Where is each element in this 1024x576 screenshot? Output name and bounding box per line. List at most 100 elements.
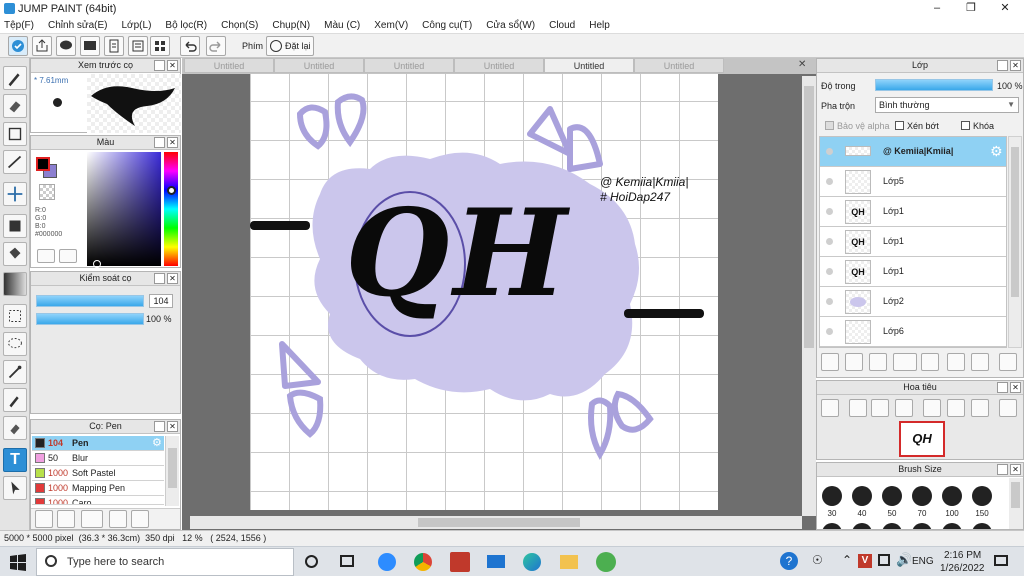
layer-folder-new-button[interactable] [869, 353, 887, 371]
list-button[interactable] [128, 36, 148, 56]
layer-row-lop5[interactable]: Lớp5 [820, 167, 1006, 197]
brush-size-dot-row2[interactable] [822, 523, 842, 529]
notifications-icon[interactable] [994, 555, 1008, 566]
menu-view[interactable]: Xem(V) [374, 20, 408, 31]
rotate-right-button[interactable] [971, 399, 989, 417]
eraser-tool[interactable] [3, 94, 27, 118]
panel-minimize-button[interactable] [997, 60, 1008, 71]
brush-tool[interactable] [3, 66, 27, 90]
document-button[interactable] [104, 36, 124, 56]
brush-size-dot-70[interactable] [912, 486, 932, 506]
gear-icon[interactable]: ⚙ [152, 436, 162, 450]
brush-item-soft-pastel[interactable]: 1000 Soft Pastel [32, 466, 164, 481]
brush-item-blur[interactable]: 50 Blur [32, 451, 164, 466]
scrollbar-thumb[interactable] [804, 86, 814, 348]
horizontal-scrollbar[interactable] [190, 516, 802, 529]
rotate-left-button[interactable] [923, 399, 941, 417]
panel-minimize-button[interactable] [154, 273, 165, 284]
antivirus-icon[interactable]: V [858, 554, 872, 568]
scrollbar-thumb[interactable] [168, 448, 177, 488]
brush-size-dot-row2[interactable] [942, 523, 962, 529]
windows-start-icon[interactable] [8, 552, 28, 572]
vertical-scrollbar[interactable] [802, 76, 816, 516]
eye-icon[interactable] [826, 268, 833, 275]
hoidap-app-icon[interactable] [450, 552, 470, 572]
language-indicator[interactable]: ENG [912, 556, 934, 567]
tab-untitled-3[interactable]: Untitled [364, 58, 454, 73]
brush-size-dot-row2[interactable] [882, 523, 902, 529]
panel-minimize-button[interactable] [154, 421, 165, 432]
menu-filter[interactable]: Bộ lọc(R) [165, 20, 207, 31]
cloud-brush-button[interactable] [35, 510, 53, 528]
volume-icon[interactable]: 🔊 [896, 552, 912, 568]
brush-size-dot-40[interactable] [852, 486, 872, 506]
layer-opacity-slider[interactable] [875, 79, 993, 91]
layer-row-lop1-c[interactable]: QH Lớp1 [820, 257, 1006, 287]
brush-size-dot-row2[interactable] [912, 523, 932, 529]
lock-checkbox[interactable] [961, 121, 970, 130]
brush-size-dot-100[interactable] [942, 486, 962, 506]
mail-icon[interactable] [487, 555, 505, 568]
panel-close-button[interactable]: ✕ [1010, 382, 1021, 393]
tab-untitled-active[interactable]: Untitled [544, 58, 634, 73]
zoom-in-button[interactable] [849, 399, 867, 417]
close-tab-icon[interactable]: ✕ [798, 59, 806, 70]
close-button[interactable]: ✕ [988, 0, 1022, 17]
brush-size-dot-row2[interactable] [972, 523, 992, 529]
blend-mode-select[interactable]: Bình thường ▼ [875, 97, 1019, 113]
scrollbar-thumb[interactable] [1011, 482, 1020, 508]
chevron-up-icon[interactable]: ⌃ [842, 553, 852, 567]
maximize-button[interactable]: ❐ [954, 0, 988, 17]
file-explorer-icon[interactable] [560, 555, 578, 569]
operation-tool[interactable] [3, 476, 27, 500]
eye-icon[interactable] [826, 298, 833, 305]
undo-button[interactable] [180, 36, 200, 56]
tab-untitled-4[interactable]: Untitled [454, 58, 544, 73]
comment-button[interactable] [56, 36, 76, 56]
new-brush-button[interactable] [57, 510, 75, 528]
menu-color[interactable]: Màu (C) [324, 20, 360, 31]
tab-untitled-1[interactable]: Untitled [184, 58, 274, 73]
jumppaint-taskbar-icon[interactable] [596, 552, 616, 572]
brush-list-scrollbar[interactable] [165, 436, 179, 506]
bucket-tool[interactable] [3, 242, 27, 266]
protect-alpha-checkbox[interactable] [825, 121, 834, 130]
panel-close-button[interactable]: ✕ [1010, 464, 1021, 475]
panel-close-button[interactable]: ✕ [167, 273, 178, 284]
menu-capture[interactable]: Chụp(N) [272, 20, 310, 31]
move-tool[interactable] [3, 182, 27, 206]
brush-size-value[interactable]: 104 [149, 294, 173, 308]
menu-window[interactable]: Cửa sổ(W) [486, 20, 535, 31]
panel-minimize-button[interactable] [997, 464, 1008, 475]
fill-rect-tool[interactable] [3, 214, 27, 238]
transparent-color-swatch[interactable] [39, 184, 55, 200]
zoom-actual-button[interactable] [871, 399, 889, 417]
text-tool[interactable]: T [3, 448, 27, 472]
hue-slider[interactable] [164, 152, 178, 266]
brush-item-caro[interactable]: 1000 Caro [32, 496, 164, 505]
brush-settings-button[interactable] [109, 510, 127, 528]
brush-size-scrollbar[interactable] [1009, 478, 1023, 529]
color-set-button[interactable] [59, 249, 77, 263]
drawing-paper[interactable]: QH @ Kemiia|Kmiia| # HoiDap247 [250, 74, 718, 510]
eye-icon[interactable] [826, 148, 833, 155]
layer-list-scrollbar[interactable] [1008, 136, 1022, 348]
eye-icon[interactable] [826, 238, 833, 245]
eye-icon[interactable] [826, 328, 833, 335]
folder-button[interactable] [921, 353, 939, 371]
eye-icon[interactable] [826, 208, 833, 215]
layer-row-lop1-b[interactable]: QH Lớp1 [820, 227, 1006, 257]
scrollbar-thumb[interactable] [418, 518, 580, 527]
magic-wand-tool[interactable] [3, 360, 27, 384]
search-box[interactable]: Type here to search [36, 548, 294, 576]
menu-select[interactable]: Chọn(S) [221, 20, 258, 31]
new-layer-button[interactable] [821, 353, 839, 371]
panel-minimize-button[interactable] [997, 382, 1008, 393]
clip-checkbox[interactable] [895, 121, 904, 130]
rotate-reset-button[interactable] [947, 399, 965, 417]
network-icon[interactable] [878, 554, 890, 566]
people-icon[interactable]: ☉ [812, 553, 823, 567]
scrollbar-thumb[interactable] [1011, 147, 1019, 297]
layer-row-lop6[interactable]: Lớp6 [820, 317, 1006, 347]
layer-row-lop2[interactable]: Lớp2 [820, 287, 1006, 317]
